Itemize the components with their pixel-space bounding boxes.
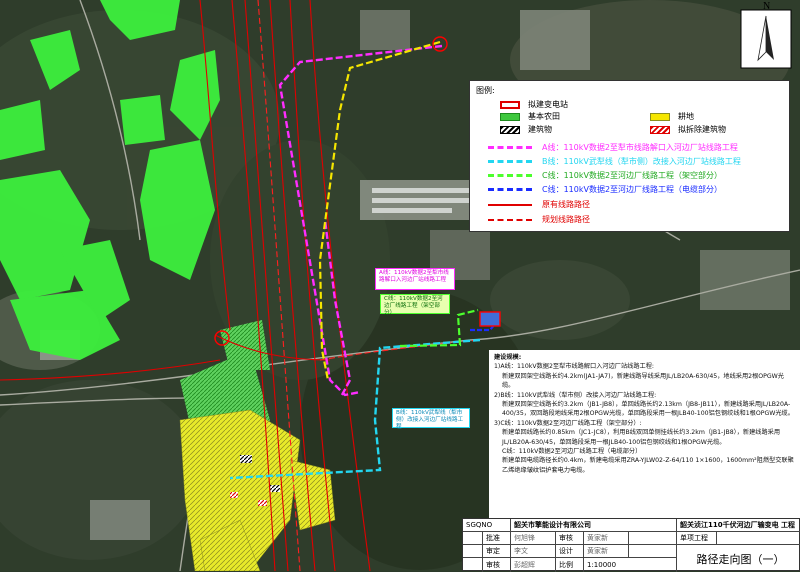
- legend-planned-route: 规划线路路径: [488, 214, 590, 225]
- callout-line-a: A线：110kV数据2至犁市线路解口入河边厂站线路工程: [375, 268, 455, 290]
- compass-north-label: N: [763, 1, 771, 12]
- notes-line: 新建单回电缆路径长约0.4km，新建电缆采用ZRA-YJLW02-Z-64/11…: [502, 457, 794, 474]
- notes-heading: 建设规模:: [494, 354, 522, 361]
- legend-item-cultivated: 耕地: [650, 111, 694, 122]
- line-a-swatch-icon: [488, 146, 532, 149]
- line-b-swatch-icon: [488, 160, 532, 163]
- legend-line-c-overhead: C线：110kV数据2至河边厂线路工程（架空部分）: [488, 170, 722, 181]
- design-name: 黄家新: [584, 545, 629, 558]
- title-block: SGQNO 韶关市擎能设计有限公司 韶关浈江110千伏河边厂输变电 工程 批准 …: [462, 518, 800, 572]
- notes-line: 1)A线：110kV数据2至犁市线路解口入河边厂站线路工程:: [494, 363, 654, 371]
- construction-notes: 建设规模: 1)A线：110kV数据2至犁市线路解口入河边厂站线路工程: 新建双…: [489, 350, 800, 520]
- approve-label: 批准: [483, 532, 511, 545]
- notes-line: C线：110kV数据2至河边厂线路工程（电缆部分）: [502, 448, 642, 456]
- review-name: 李文: [511, 545, 556, 558]
- check-name: 黄家新: [584, 532, 629, 545]
- callout-line-c: C线：110kV数据2至河边厂线路工程（架空部分）: [380, 294, 450, 316]
- scale-label: 比例: [556, 558, 584, 572]
- notes-line: 2)B线：110kV武犁线（犁市侧）改接入河边厂站线路工程:: [494, 391, 657, 399]
- legend-existing-route: 原有线路路径: [488, 199, 590, 210]
- planned-route-swatch-icon: [488, 218, 532, 221]
- legend-item-substation: 拟建变电站: [500, 99, 568, 110]
- single-project-label: 单项工程: [677, 532, 717, 545]
- legend-line-b: B线：110kV武犁线（犁市侧）改接入河边厂站线路工程: [488, 156, 741, 167]
- check-label: 审核: [556, 532, 584, 545]
- building-swatch-icon: [500, 125, 520, 134]
- audit-label: 审核: [483, 558, 511, 572]
- legend-item-basic-farmland: 基本农田: [500, 111, 560, 122]
- legend-line-c-cable: C线：110kV数据2至河边厂线路工程（电缆部分）: [488, 184, 722, 195]
- line-c-cable-swatch-icon: [488, 188, 532, 191]
- substation-swatch-icon: [500, 100, 520, 109]
- demolition-swatch-icon: [650, 125, 670, 134]
- legend-title: 图例:: [476, 86, 495, 95]
- notes-line: 新建单回线路长约0.85km（JC1-JC8），利用B线双回单侧挂线长约3.2k…: [502, 429, 781, 446]
- company-name: 韶关市擎能设计有限公司: [511, 519, 677, 532]
- company-code: SGQNO: [463, 519, 511, 532]
- legend-item-demolition: 拟拆除建筑物: [650, 124, 726, 135]
- notes-line: 3)C线：110kV数据2至河边厂线路工程（架空部分）:: [494, 419, 642, 427]
- drawing-title: 路径走向图（一）: [696, 552, 785, 566]
- notes-line: 新建双回架空线路长约4.2km(JA1-JA7)，新建线路导线采用JL/LB20…: [502, 372, 784, 390]
- approve-name: 何旭锋: [511, 532, 556, 545]
- basic-farmland-swatch-icon: [500, 112, 520, 121]
- scale-value: 1:10000: [584, 558, 677, 572]
- cultivated-swatch-icon: [650, 112, 670, 121]
- legend-item-buildings: 建筑物: [500, 124, 552, 135]
- notes-line: 新建双回架空线路长约3.2km（JB1-JB8），单回线路长约2.13km（JB…: [502, 401, 794, 418]
- existing-route-swatch-icon: [488, 203, 532, 206]
- legend-line-a: A线：110kV数据2至犁市线路解口入河边厂站线路工程: [488, 142, 738, 153]
- project-name: 韶关浈江110千伏河边厂输变电 工程: [677, 519, 800, 532]
- audit-name: 彭超辉: [511, 558, 556, 572]
- review-label: 审定: [483, 545, 511, 558]
- map-legend: 图例: 拟建变电站 基本农田 耕地 建筑物 拟拆除建筑物 A线：110kV数据2…: [469, 80, 790, 232]
- line-c-overhead-swatch-icon: [488, 174, 532, 177]
- callout-line-b: B线：110kV武犁线（犁市侧）改接入河边厂站线路工程: [392, 408, 470, 430]
- design-label: 设计: [556, 545, 584, 558]
